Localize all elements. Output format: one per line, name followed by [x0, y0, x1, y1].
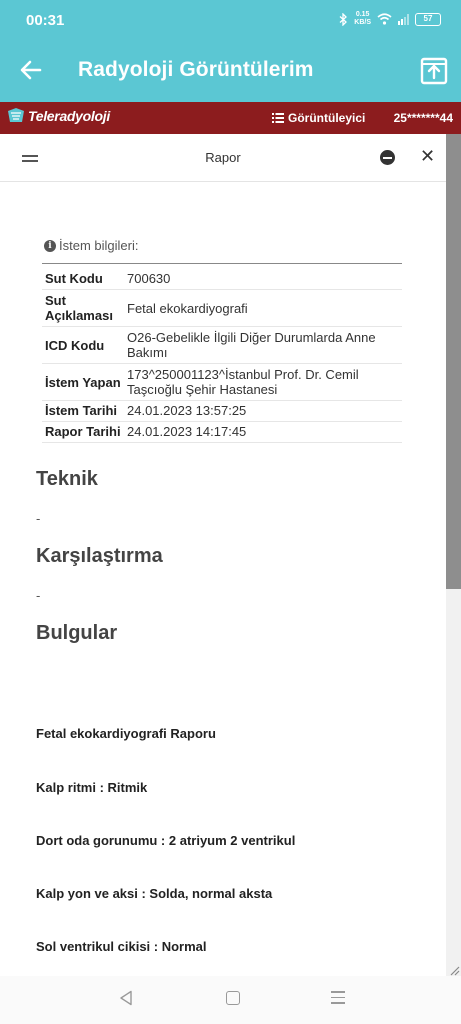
- info-key: Rapor Tarihi: [45, 424, 121, 439]
- resize-handle-icon[interactable]: [448, 964, 460, 976]
- finding-line: Kalp ritmi : Ritmik: [36, 780, 148, 795]
- request-info-title: İstem bilgileri:: [59, 238, 139, 253]
- info-key: Sut Kodu: [45, 271, 103, 286]
- list-icon: [272, 113, 284, 123]
- report-content: i İstem bilgileri: Sut Kodu 700630 Sut A…: [0, 183, 446, 976]
- status-time: 00:31: [26, 12, 65, 29]
- info-row: Rapor Tarihi 24.01.2023 14:17:45: [42, 422, 402, 443]
- system-nav-bar: [0, 976, 461, 1024]
- info-value: 24.01.2023 14:17:45: [127, 424, 247, 439]
- close-icon[interactable]: ✕: [420, 146, 435, 167]
- info-key: İstem Tarihi: [45, 403, 118, 418]
- status-bar: 00:31 0.15 KB/S 57: [0, 0, 461, 40]
- patient-id: 25*******44: [393, 111, 453, 125]
- viewer-button[interactable]: Görüntüleyici: [272, 111, 365, 125]
- info-key: ICD Kodu: [45, 337, 105, 353]
- wifi-icon: [377, 13, 392, 25]
- scrollbar-thumb[interactable]: [446, 134, 461, 589]
- info-row: ICD Kodu O26-Gebelikle İlgili Diğer Duru…: [42, 327, 402, 364]
- export-icon[interactable]: [419, 56, 449, 86]
- nav-recents-icon[interactable]: [331, 991, 345, 1008]
- info-row: İstem Yapan 173^250001123^İstanbul Prof.…: [42, 364, 402, 401]
- report-panel-header: Rapor ✕: [0, 134, 446, 182]
- finding-line: Fetal ekokardiyografi Raporu: [36, 726, 216, 741]
- brand-bar: Teleradyoloji Görüntüleyici 25*******44: [0, 102, 461, 134]
- info-key: Sut Açıklaması: [45, 293, 113, 323]
- page-title: Radyoloji Görüntülerim: [78, 58, 314, 81]
- info-row: Sut Açıklaması Fetal ekokardiyografi: [42, 290, 402, 327]
- nav-home-icon[interactable]: [226, 991, 240, 1005]
- battery-icon: 57: [415, 12, 441, 26]
- info-value: O26-Gebelikle İlgili Diğer Durumlarda An…: [127, 330, 376, 360]
- app-bar: Radyoloji Görüntülerim: [0, 40, 461, 102]
- status-icons: 0.15 KB/S 57: [339, 11, 441, 27]
- info-value: 24.01.2023 13:57:25: [127, 403, 247, 418]
- minimize-icon[interactable]: [380, 150, 395, 165]
- section-text-karsilastirma: -: [36, 588, 41, 603]
- viewer-label: Görüntüleyici: [288, 111, 366, 125]
- network-speed-value: 0.15: [355, 11, 370, 18]
- info-icon: i: [44, 239, 56, 252]
- logo-text: Teleradyoloji: [28, 108, 110, 124]
- section-title-teknik: Teknik: [36, 468, 98, 490]
- info-value: 700630: [127, 271, 171, 286]
- signal-icon: [398, 13, 409, 25]
- info-value: Fetal ekokardiyografi: [127, 300, 248, 316]
- bluetooth-icon: [339, 12, 348, 26]
- section-title-karsilastirma: Karşılaştırma: [36, 545, 163, 567]
- finding-line: Dort oda gorunumu : 2 atriyum 2 ventriku…: [36, 833, 296, 848]
- section-text-teknik: -: [36, 511, 41, 526]
- nav-back-icon[interactable]: [119, 990, 133, 1006]
- network-speed-unit: KB/S: [354, 19, 371, 26]
- divider: [42, 263, 402, 264]
- teleradyoloji-logo: Teleradyoloji: [6, 107, 110, 125]
- logo-mark-icon: [8, 108, 24, 122]
- request-info-heading: i İstem bilgileri:: [44, 238, 138, 253]
- finding-line: Sol ventrikul cikisi : Normal: [36, 939, 207, 954]
- section-title-bulgular: Bulgular: [36, 622, 118, 644]
- finding-line: Kalp yon ve aksi : Solda, normal aksta: [36, 886, 273, 901]
- request-info-table: Sut Kodu 700630 Sut Açıklaması Fetal eko…: [42, 267, 402, 443]
- info-value: 173^250001123^İstanbul Prof. Dr. Cemil T…: [127, 367, 359, 397]
- back-arrow-icon[interactable]: [18, 57, 44, 83]
- network-speed: 0.15 KB/S: [354, 11, 371, 27]
- info-row: İstem Tarihi 24.01.2023 13:57:25: [42, 401, 402, 422]
- info-key: İstem Yapan: [45, 374, 121, 390]
- info-row: Sut Kodu 700630: [42, 267, 402, 290]
